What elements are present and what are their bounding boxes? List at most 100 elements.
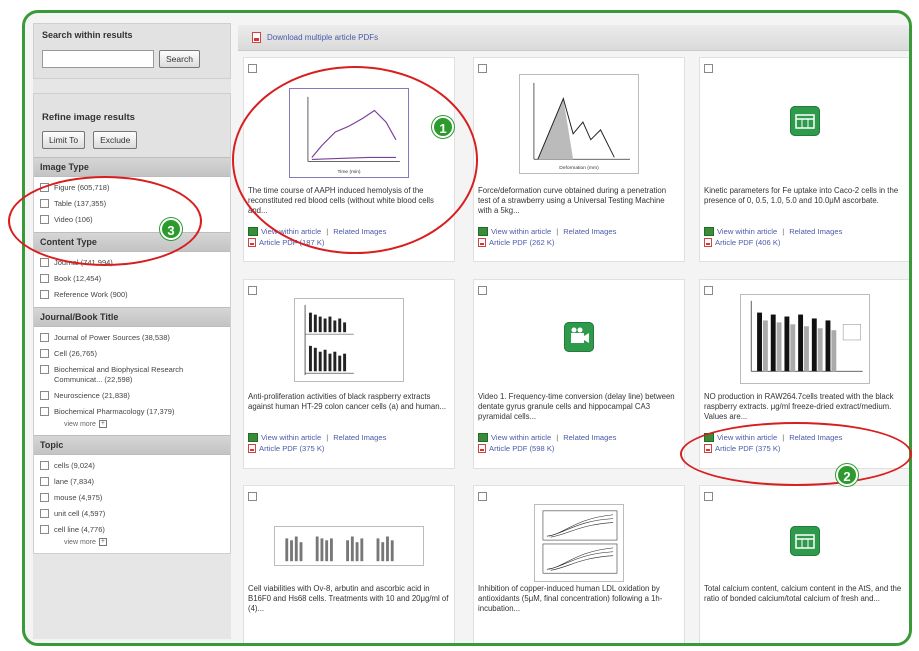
related-images-link[interactable]: Related Images	[789, 432, 842, 443]
checkbox[interactable]	[40, 493, 49, 502]
article-pdf-link[interactable]: Article PDF (598 K)	[489, 443, 554, 454]
result-thumbnail[interactable]	[294, 298, 404, 382]
results-toolbar: Download multiple article PDFs	[238, 25, 909, 51]
facet-item[interactable]: Neuroscience (21,838)	[34, 388, 230, 404]
callout-badge-1: 1	[432, 116, 454, 138]
view-icon	[478, 433, 488, 442]
select-checkbox[interactable]	[704, 492, 713, 501]
table-icon[interactable]	[790, 106, 820, 136]
facet-item[interactable]: unit cell (4,597)	[34, 506, 230, 522]
facet-item[interactable]: cell line (4,776)	[34, 522, 230, 538]
select-checkbox[interactable]	[248, 64, 257, 73]
related-images-link[interactable]: Related Images	[563, 432, 616, 443]
select-checkbox[interactable]	[478, 64, 487, 73]
article-pdf-link[interactable]: Article PDF (375 K)	[259, 443, 324, 454]
result-thumbnail[interactable]: Time (min)	[289, 88, 409, 178]
view-within-article-link[interactable]: View within article	[717, 432, 777, 443]
checkbox[interactable]	[40, 199, 49, 208]
select-checkbox[interactable]	[248, 286, 257, 295]
callout-badge-2: 2	[836, 464, 858, 486]
facet-item[interactable]: Biochemical and Biophysical Research Com…	[34, 362, 230, 388]
result-caption: Kinetic parameters for Fe uptake into Ca…	[704, 186, 899, 205]
result-thumbnail[interactable]	[274, 526, 424, 566]
facet-item[interactable]: Biochemical Pharmacology (17,379)	[34, 404, 230, 420]
view-within-article-link[interactable]: View within article	[261, 432, 321, 443]
facet-item[interactable]: Figure (605,718)	[34, 180, 230, 196]
checkbox[interactable]	[40, 391, 49, 400]
result-card: Inhibition of copper-induced human LDL o…	[473, 485, 685, 643]
facet-item[interactable]: Reference Work (900)	[34, 287, 230, 303]
curve-chart-thumbnail	[542, 510, 618, 574]
view-more-link[interactable]: view more +	[34, 420, 230, 431]
result-thumbnail[interactable]	[740, 294, 870, 384]
facet-item[interactable]: Cell (26,765)	[34, 346, 230, 362]
checkbox[interactable]	[40, 349, 49, 358]
view-within-article-link[interactable]: View within article	[491, 226, 551, 237]
result-card: Anti-proliferation activities of black r…	[243, 279, 455, 469]
video-icon[interactable]	[564, 322, 594, 352]
topic-heading: Topic	[34, 435, 230, 455]
exclude-button[interactable]: Exclude	[93, 131, 138, 149]
refine-title: Refine image results	[42, 112, 135, 123]
select-checkbox[interactable]	[478, 286, 487, 295]
search-button[interactable]: Search	[159, 50, 200, 68]
result-card: Deformation (mm) Force/deformation curve…	[473, 57, 685, 262]
checkbox[interactable]	[40, 215, 49, 224]
related-images-link[interactable]: Related Images	[333, 432, 386, 443]
facet-item[interactable]: mouse (4,975)	[34, 490, 230, 506]
line-chart-thumbnail: Time (min)	[307, 96, 400, 175]
view-icon	[704, 227, 714, 236]
facet-item[interactable]: Journal of Power Sources (38,538)	[34, 330, 230, 346]
related-images-link[interactable]: Related Images	[333, 226, 386, 237]
pdf-icon	[704, 238, 712, 247]
checkbox[interactable]	[40, 461, 49, 470]
svg-text:Time (min): Time (min)	[337, 169, 360, 175]
checkbox[interactable]	[40, 333, 49, 342]
search-within-input[interactable]	[42, 50, 154, 68]
view-within-article-link[interactable]: View within article	[261, 226, 321, 237]
checkbox[interactable]	[40, 290, 49, 299]
result-thumbnail[interactable]: Deformation (mm)	[519, 74, 639, 174]
select-checkbox[interactable]	[248, 492, 257, 501]
checkbox[interactable]	[40, 365, 49, 374]
result-caption: Anti-proliferation activities of black r…	[248, 392, 447, 411]
select-checkbox[interactable]	[704, 64, 713, 73]
limit-to-button[interactable]: Limit To	[42, 131, 86, 149]
article-pdf-link[interactable]: Article PDF (375 K)	[715, 443, 780, 454]
checkbox[interactable]	[40, 509, 49, 518]
search-within-title: Search within results	[42, 30, 133, 40]
select-checkbox[interactable]	[478, 492, 487, 501]
svg-text:Deformation (mm): Deformation (mm)	[559, 165, 599, 171]
callout-badge-3: 3	[160, 218, 182, 240]
app-frame: Search within results Search Refine imag…	[22, 10, 912, 646]
facet-item[interactable]: lane (7,834)	[34, 474, 230, 490]
related-images-link[interactable]: Related Images	[789, 226, 842, 237]
checkbox[interactable]	[40, 258, 49, 267]
view-more-link[interactable]: view more +	[34, 538, 230, 549]
checkbox[interactable]	[40, 274, 49, 283]
facet-item[interactable]: Book (12,454)	[34, 271, 230, 287]
related-images-link[interactable]: Related Images	[563, 226, 616, 237]
article-pdf-link[interactable]: Article PDF (262 K)	[489, 237, 554, 248]
expand-icon: +	[98, 538, 107, 546]
facet-item[interactable]: Journal (741,994)	[34, 255, 230, 271]
content-type-heading: Content Type	[34, 232, 230, 252]
table-icon[interactable]	[790, 526, 820, 556]
facet-item[interactable]: Table (137,355)	[34, 196, 230, 212]
result-caption: The time course of AAPH induced hemolysi…	[248, 186, 434, 215]
checkbox[interactable]	[40, 183, 49, 192]
view-within-article-link[interactable]: View within article	[491, 432, 551, 443]
refine-box: Refine image results Limit To Exclude Im…	[33, 93, 231, 554]
article-pdf-link[interactable]: Article PDF (187 K)	[259, 237, 324, 248]
checkbox[interactable]	[40, 525, 49, 534]
checkbox[interactable]	[40, 407, 49, 416]
pdf-icon	[704, 444, 712, 453]
download-pdfs-link[interactable]: Download multiple article PDFs	[267, 33, 378, 42]
checkbox[interactable]	[40, 477, 49, 486]
select-checkbox[interactable]	[704, 286, 713, 295]
facet-item[interactable]: cells (9,024)	[34, 458, 230, 474]
facet-item[interactable]: Video (106)	[34, 212, 230, 228]
view-within-article-link[interactable]: View within article	[717, 226, 777, 237]
result-thumbnail[interactable]	[534, 504, 624, 582]
article-pdf-link[interactable]: Article PDF (406 K)	[715, 237, 780, 248]
